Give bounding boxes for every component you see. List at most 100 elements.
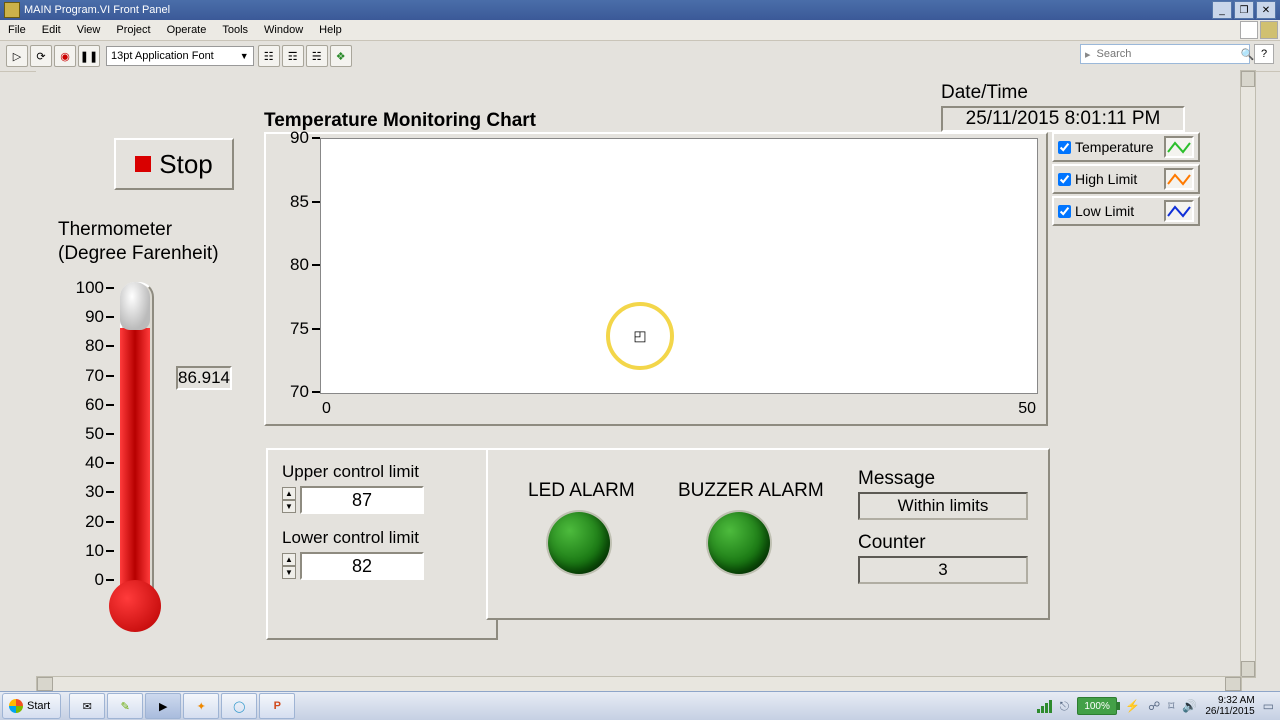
thermometer-tick — [106, 579, 114, 581]
run-continuous-button[interactable]: ⟳ — [30, 45, 52, 67]
search-input[interactable] — [1095, 47, 1241, 61]
datetime-label: Date/Time — [941, 82, 1028, 104]
thermometer-tick — [106, 462, 114, 464]
chart-ytick-label: 90 — [290, 128, 309, 148]
vi-icon[interactable] — [1260, 21, 1278, 39]
menu-operate[interactable]: Operate — [159, 20, 215, 40]
minimize-button[interactable]: _ — [1212, 1, 1232, 19]
legend-label-temperature: Temperature — [1075, 139, 1160, 155]
wifi-icon[interactable]: ⎋ — [1060, 699, 1070, 714]
upper-limit-label: Upper control limit — [282, 462, 482, 482]
legend-row-temperature[interactable]: Temperature — [1052, 132, 1200, 162]
menu-view[interactable]: View — [69, 20, 109, 40]
chart-ytick-label: 85 — [290, 192, 309, 212]
scroll-right-button[interactable] — [1225, 677, 1241, 691]
restore-button[interactable]: ❐ — [1234, 1, 1254, 19]
menu-project[interactable]: Project — [108, 20, 158, 40]
counter-label: Counter — [858, 532, 1028, 554]
chart-ytick-label: 70 — [290, 382, 309, 402]
lower-limit-control[interactable]: ▲▼ 82 — [282, 552, 482, 580]
thermometer[interactable]: 1009080706050403020100 — [58, 280, 168, 640]
upper-limit-spinner[interactable]: ▲▼ — [282, 487, 296, 513]
thermometer-tick-label: 30 — [85, 482, 104, 502]
lower-limit-label: Lower control limit — [282, 528, 482, 548]
window-titlebar: MAIN Program.VI Front Panel _ ❐ ✕ — [0, 0, 1280, 20]
scroll-up-button[interactable] — [1241, 71, 1255, 87]
tray-icon-2[interactable]: ⌑ — [1168, 699, 1174, 713]
taskbar-app-labview[interactable]: ▶ — [145, 693, 181, 719]
battery-indicator[interactable]: 100% — [1077, 697, 1117, 715]
chart-ytick-label: 75 — [290, 319, 309, 339]
upper-limit-value[interactable]: 87 — [300, 486, 424, 514]
chevron-down-icon: ▼ — [240, 51, 249, 61]
volume-icon[interactable]: 🔊 — [1182, 699, 1197, 713]
power-icon[interactable]: ⚡ — [1125, 699, 1140, 713]
close-button[interactable]: ✕ — [1256, 1, 1276, 19]
thermometer-tick-label: 50 — [85, 424, 104, 444]
chart-plot-area[interactable] — [320, 138, 1038, 394]
thermometer-cap — [120, 282, 150, 330]
thermometer-tick-label: 100 — [76, 278, 104, 298]
taskbar-app-5[interactable]: ◯ — [221, 693, 257, 719]
upper-limit-control[interactable]: ▲▼ 87 — [282, 486, 482, 514]
thermometer-mercury — [120, 328, 150, 602]
datetime-value: 25/11/2015 8:01:11 PM — [941, 106, 1185, 132]
menu-file[interactable]: File — [0, 20, 34, 40]
lower-limit-spinner[interactable]: ▲▼ — [282, 553, 296, 579]
message-value: Within limits — [858, 492, 1028, 520]
tray-clock[interactable]: 9:32 AM 26/11/2015 — [1205, 695, 1254, 717]
legend-check-highlimit[interactable] — [1058, 173, 1071, 186]
legend-row-lowlimit[interactable]: Low Limit — [1052, 196, 1200, 226]
search-box[interactable]: ▸ 🔍 — [1080, 44, 1250, 64]
scroll-down-button[interactable] — [1241, 661, 1255, 677]
tray-icon-1[interactable]: ☍ — [1148, 699, 1160, 713]
stop-button[interactable]: Stop — [114, 138, 234, 190]
hscroll-track[interactable] — [53, 677, 1225, 691]
grid-icon[interactable] — [1240, 21, 1258, 39]
scroll-left-button[interactable] — [37, 677, 53, 691]
resize-button[interactable]: ☵ — [306, 45, 328, 67]
thermometer-title-l2: (Degree Farenheit) — [58, 242, 219, 266]
start-button[interactable]: Start — [2, 693, 61, 719]
thermometer-tick — [106, 521, 114, 523]
vertical-scrollbar[interactable] — [1240, 70, 1256, 678]
pause-button[interactable]: ❚❚ — [78, 45, 100, 67]
align-button[interactable]: ☷ — [258, 45, 280, 67]
menu-tools[interactable]: Tools — [214, 20, 256, 40]
menu-edit[interactable]: Edit — [34, 20, 69, 40]
legend-row-highlimit[interactable]: High Limit — [1052, 164, 1200, 194]
menu-window[interactable]: Window — [256, 20, 311, 40]
search-caret-icon: ▸ — [1085, 48, 1091, 61]
context-help-button[interactable]: ? — [1254, 44, 1274, 64]
distribute-button[interactable]: ☶ — [282, 45, 304, 67]
thermometer-tick — [106, 404, 114, 406]
message-label: Message — [858, 468, 1028, 490]
thermometer-tick — [106, 375, 114, 377]
chart-ytick — [312, 264, 320, 266]
lower-limit-value[interactable]: 82 — [300, 552, 424, 580]
reorder-button[interactable]: ❖ — [330, 45, 352, 67]
vscroll-track[interactable] — [1241, 87, 1255, 661]
system-tray: ⎋ 100% ⚡ ☍ ⌑ 🔊 9:32 AM 26/11/2015 ▭ — [1031, 695, 1280, 717]
chart-frame: 7075808590 0 50 ◰ — [264, 132, 1048, 426]
legend-check-temperature[interactable] — [1058, 141, 1071, 154]
taskbar-app-4[interactable]: ✦ — [183, 693, 219, 719]
legend-swatch-highlimit — [1164, 168, 1194, 190]
legend-check-lowlimit[interactable] — [1058, 205, 1071, 218]
horizontal-scrollbar[interactable] — [36, 676, 1242, 692]
show-desktop-button[interactable]: ▭ — [1263, 699, 1274, 713]
font-select[interactable]: 13pt Application Font ▼ — [106, 46, 254, 66]
chart-ytick-label: 80 — [290, 255, 309, 275]
network-signal-icon[interactable] — [1037, 699, 1052, 713]
chart-ytick — [312, 328, 320, 330]
abort-button[interactable]: ◉ — [54, 45, 76, 67]
thermometer-tick-label: 0 — [95, 570, 104, 590]
menu-help[interactable]: Help — [311, 20, 350, 40]
taskbar-app-2[interactable]: ✎ — [107, 693, 143, 719]
search-icon[interactable]: 🔍 — [1241, 48, 1255, 61]
run-button[interactable]: ▷ — [6, 45, 28, 67]
taskbar-app-powerpoint[interactable]: P — [259, 693, 295, 719]
thermometer-tick — [106, 433, 114, 435]
taskbar-app-1[interactable]: ✉ — [69, 693, 105, 719]
menu-extra-icons — [1240, 20, 1278, 39]
